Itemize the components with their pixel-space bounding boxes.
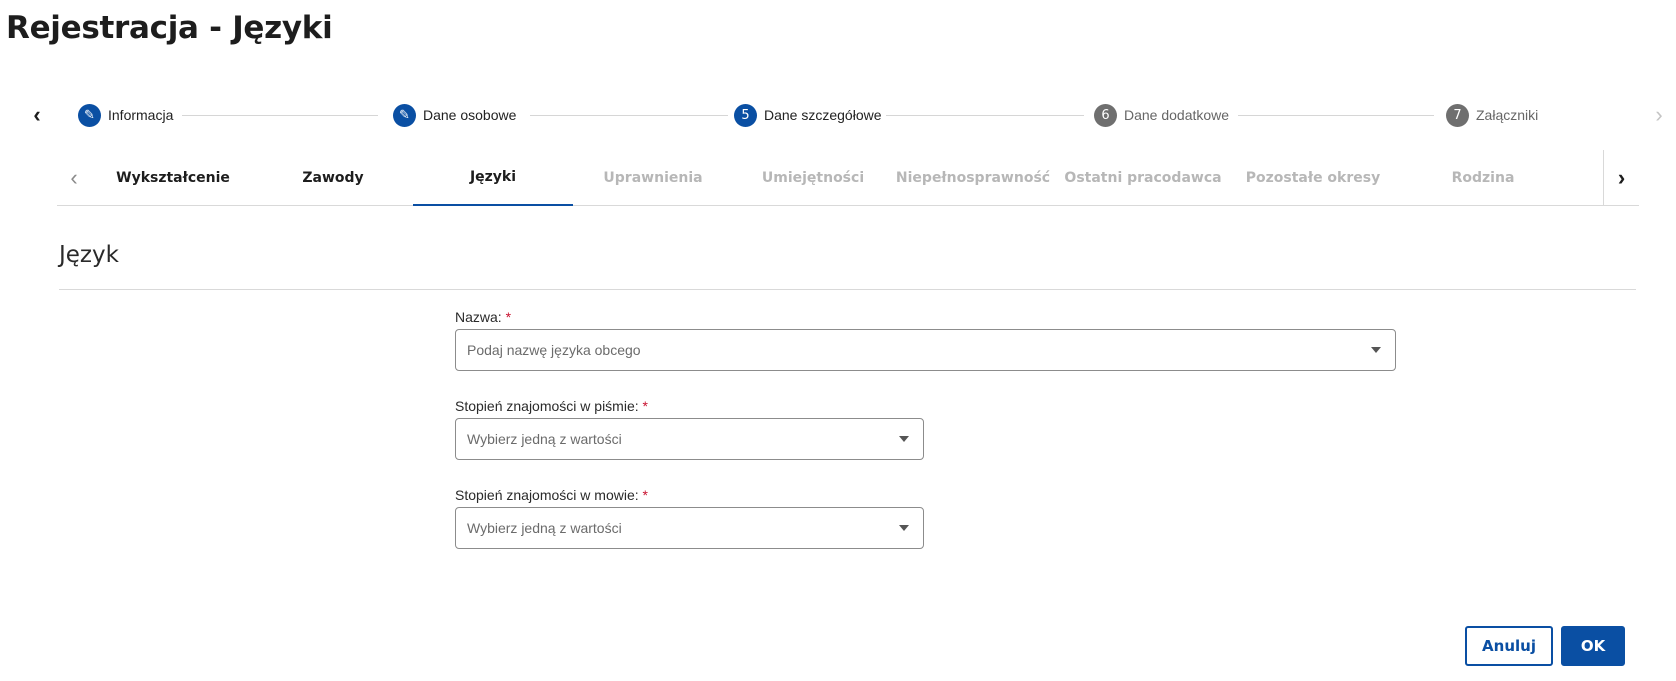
stepper-prev-arrow-icon[interactable]: ‹ bbox=[22, 98, 52, 132]
label-text: Stopień znajomości w piśmie: bbox=[455, 398, 639, 414]
registration-stepper: ‹ ✎ Informacja ✎ Dane osobowe 5 Dane szc… bbox=[0, 98, 1676, 132]
section-divider bbox=[59, 289, 1636, 290]
cancel-button[interactable]: Anuluj bbox=[1465, 626, 1553, 666]
step-number-badge: 7 bbox=[1446, 103, 1469, 127]
step-number-badge: 5 bbox=[734, 103, 757, 127]
step-label: Dane szczegółowe bbox=[764, 107, 882, 123]
language-name-select[interactable]: Podaj nazwę języka obcego bbox=[455, 329, 1396, 371]
step-connector bbox=[886, 115, 1084, 116]
tabs-prev-arrow-icon[interactable]: ‹ bbox=[57, 150, 91, 205]
step-label: Dane osobowe bbox=[423, 107, 517, 123]
label-text: Nazwa: bbox=[455, 309, 502, 325]
step-label: Załączniki bbox=[1476, 107, 1539, 123]
step-label: Informacja bbox=[108, 107, 174, 123]
stepper-next-arrow-icon[interactable]: › bbox=[1644, 98, 1674, 132]
step-dane-szczegolowe[interactable]: 5 Dane szczegółowe bbox=[734, 98, 882, 132]
section-title: Język bbox=[59, 242, 119, 268]
select-placeholder: Wybierz jedną z wartości bbox=[467, 431, 622, 447]
chevron-down-icon bbox=[899, 525, 909, 531]
step-connector bbox=[530, 115, 728, 116]
tab-uprawnienia[interactable]: Uprawnienia bbox=[573, 150, 733, 206]
tab-umiejetnosci[interactable]: Umiejętności bbox=[733, 150, 893, 206]
chevron-down-icon bbox=[899, 436, 909, 442]
tab-ostatni-pracodawca[interactable]: Ostatni pracodawca bbox=[1063, 150, 1223, 206]
speaking-level-select[interactable]: Wybierz jedną z wartości bbox=[455, 507, 924, 549]
tab-rodzina[interactable]: Rodzina bbox=[1403, 150, 1563, 206]
tab-jezyki[interactable]: Języki bbox=[413, 150, 573, 206]
speaking-level-label: Stopień znajomości w mowie: * bbox=[455, 487, 648, 503]
writing-level-select[interactable]: Wybierz jedną z wartości bbox=[455, 418, 924, 460]
name-field-label: Nazwa: * bbox=[455, 309, 511, 325]
ok-button[interactable]: OK bbox=[1561, 626, 1625, 666]
step-informacja[interactable]: ✎ Informacja bbox=[78, 98, 173, 132]
tab-niepelnosprawnosc[interactable]: Niepełnosprawność bbox=[893, 150, 1053, 206]
pencil-icon: ✎ bbox=[393, 103, 416, 127]
step-label: Dane dodatkowe bbox=[1124, 107, 1230, 123]
required-mark: * bbox=[642, 398, 648, 414]
label-text: Stopień znajomości w mowie: bbox=[455, 487, 639, 503]
step-connector bbox=[182, 115, 378, 116]
required-mark: * bbox=[642, 487, 648, 503]
subsection-tabs: ‹ Wykształcenie Zawody Języki Uprawnieni… bbox=[57, 150, 1639, 206]
page-title: Rejestracja - Języki bbox=[6, 10, 333, 46]
chevron-down-icon bbox=[1371, 347, 1381, 353]
select-placeholder: Podaj nazwę języka obcego bbox=[467, 342, 641, 358]
required-mark: * bbox=[505, 309, 512, 325]
step-zalaczniki[interactable]: 7 Załączniki bbox=[1446, 98, 1538, 132]
tabs-next-arrow-icon[interactable]: › bbox=[1603, 150, 1639, 205]
writing-level-label: Stopień znajomości w piśmie: * bbox=[455, 398, 648, 414]
tab-pozostale-okresy[interactable]: Pozostałe okresy bbox=[1233, 150, 1393, 206]
tab-wyksztalcenie[interactable]: Wykształcenie bbox=[93, 150, 253, 206]
step-connector bbox=[1238, 115, 1434, 116]
pencil-icon: ✎ bbox=[78, 103, 101, 127]
step-dane-osobowe[interactable]: ✎ Dane osobowe bbox=[393, 98, 516, 132]
select-placeholder: Wybierz jedną z wartości bbox=[467, 520, 622, 536]
step-dane-dodatkowe[interactable]: 6 Dane dodatkowe bbox=[1094, 98, 1229, 132]
tab-zawody[interactable]: Zawody bbox=[253, 150, 413, 206]
step-number-badge: 6 bbox=[1094, 103, 1117, 127]
